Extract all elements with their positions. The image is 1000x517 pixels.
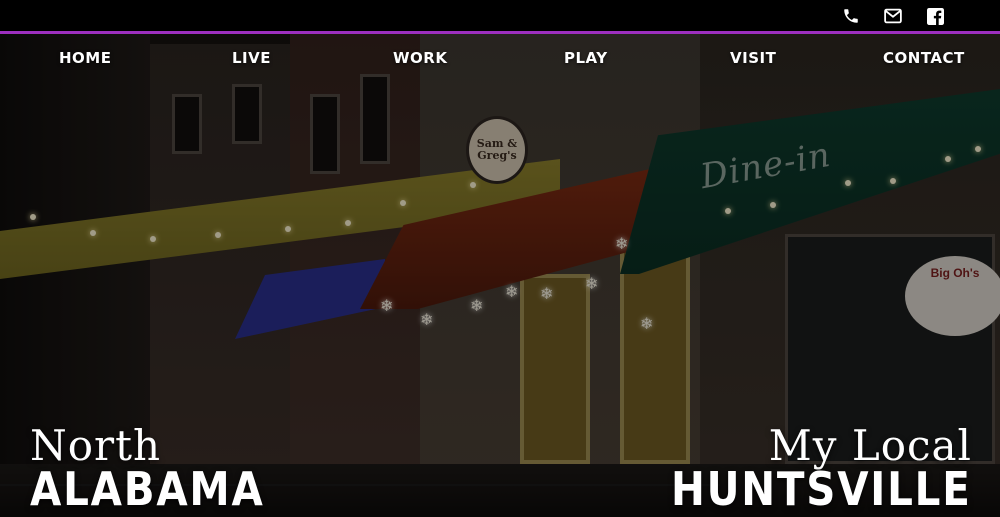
main-nav: HOME LIVE WORK PLAY VISIT CONTACT <box>0 49 1000 71</box>
nav-home[interactable]: HOME <box>59 49 111 67</box>
north-alabama-heading[interactable]: North ALABAMA <box>30 421 297 516</box>
phone-icon[interactable] <box>841 6 861 26</box>
envelope-icon[interactable] <box>883 6 903 26</box>
heading-line-huntsville: HUNTSVILLE <box>671 462 972 516</box>
top-bar <box>0 0 1000 32</box>
nav-work[interactable]: WORK <box>393 49 447 67</box>
my-local-huntsville-heading[interactable]: My Local HUNTSVILLE <box>630 421 972 516</box>
nav-visit[interactable]: VISIT <box>730 49 776 67</box>
nav-play[interactable]: PLAY <box>564 49 608 67</box>
heading-line-alabama: ALABAMA <box>30 462 265 516</box>
facebook-icon[interactable] <box>925 6 945 26</box>
heading-line-north: North <box>30 421 162 470</box>
nav-contact[interactable]: CONTACT <box>883 49 965 67</box>
social-contact-icons <box>841 6 945 26</box>
heading-line-my-local: My Local <box>768 421 972 470</box>
nav-live[interactable]: LIVE <box>232 49 271 67</box>
